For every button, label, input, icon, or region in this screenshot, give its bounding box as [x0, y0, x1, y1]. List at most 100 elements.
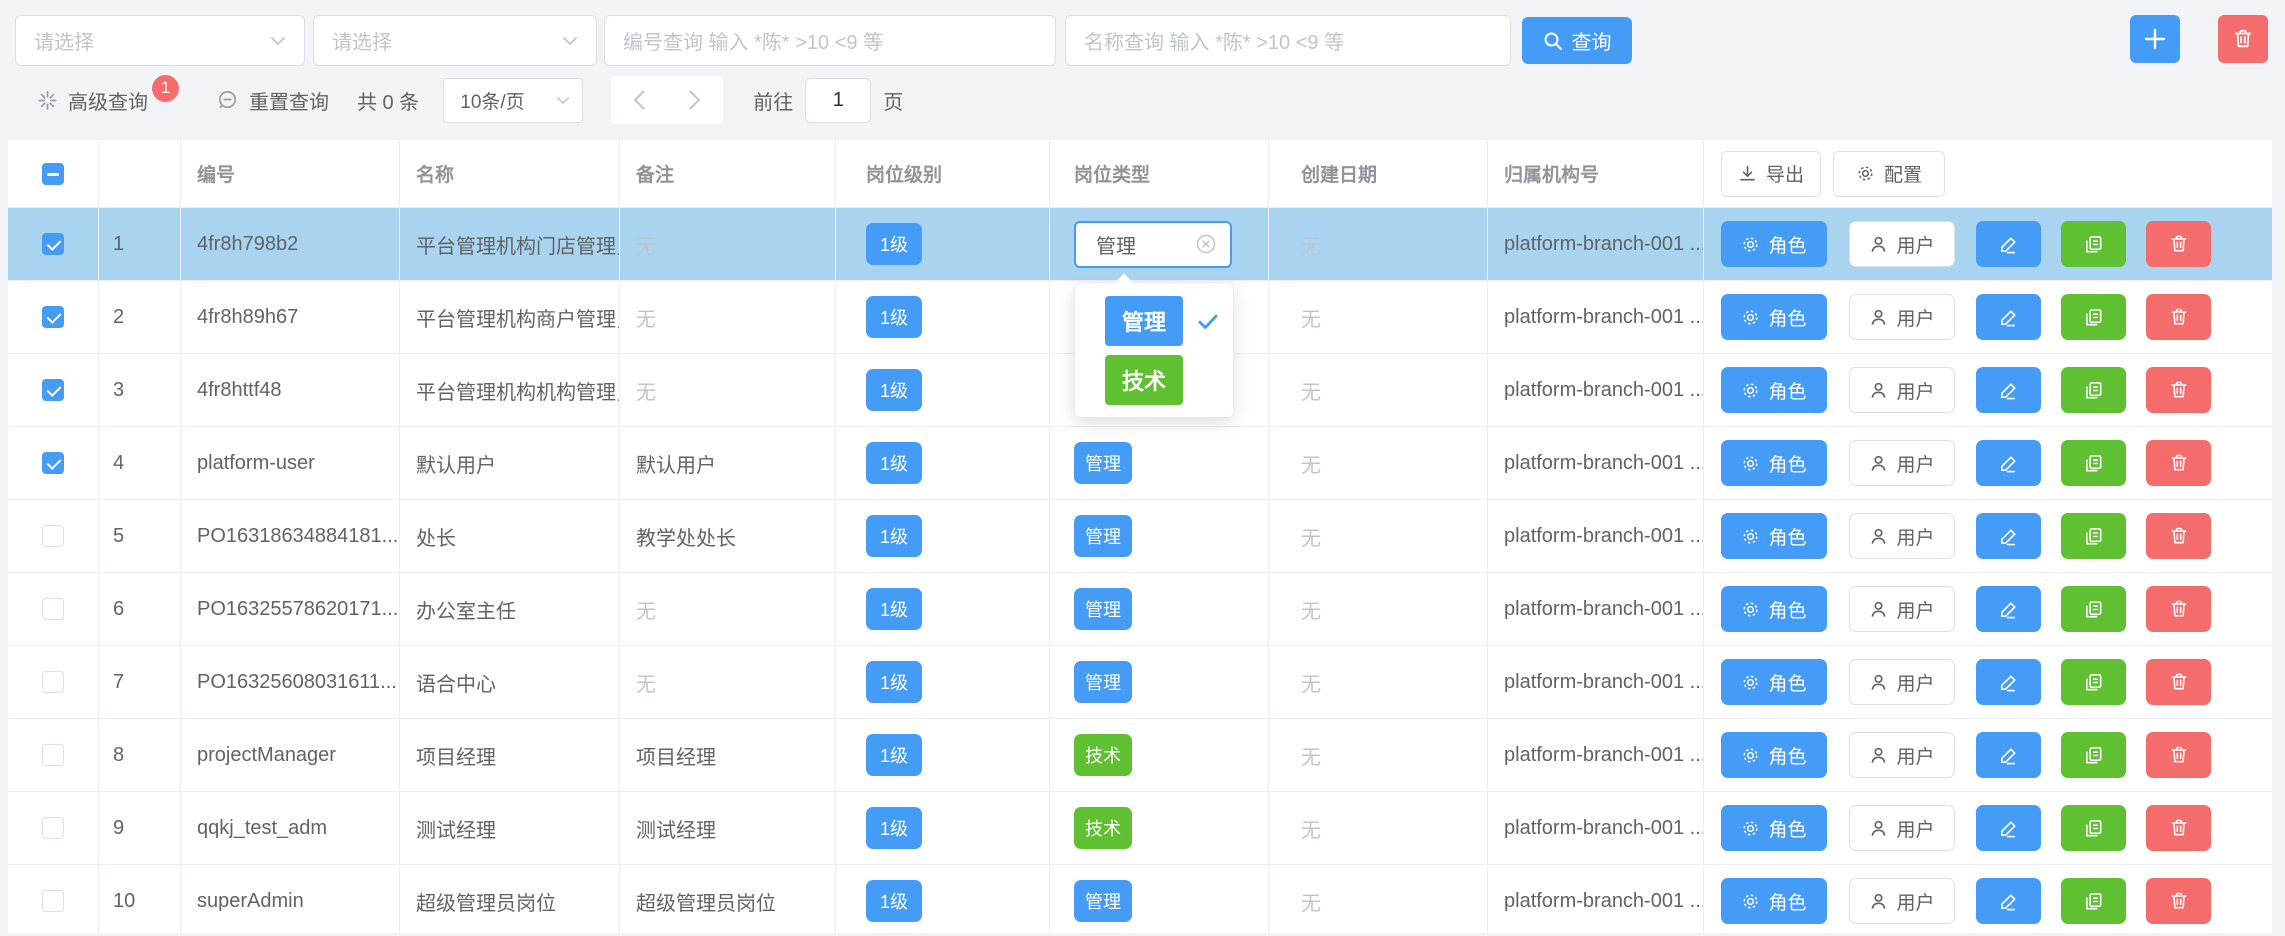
- type-tag: 管理: [1074, 880, 1132, 922]
- dropdown-option[interactable]: 技术: [1075, 355, 1233, 405]
- delete-button[interactable]: [2146, 440, 2211, 486]
- user-button[interactable]: 用户: [1849, 878, 1955, 924]
- goto-page-input[interactable]: 1: [805, 78, 871, 123]
- search-button-label: 查询: [1572, 26, 1612, 55]
- user-button[interactable]: 用户: [1849, 367, 1955, 413]
- copy-button[interactable]: [2061, 367, 2126, 413]
- checkbox-cell: [8, 500, 99, 572]
- delete-button[interactable]: [2146, 732, 2211, 778]
- copy-button[interactable]: [2061, 805, 2126, 851]
- delete-button[interactable]: [2146, 878, 2211, 924]
- delete-button[interactable]: [2146, 586, 2211, 632]
- row-checkbox[interactable]: [42, 890, 64, 912]
- edit-button[interactable]: [1976, 878, 2041, 924]
- checkbox-cell: [8, 719, 99, 791]
- add-button[interactable]: [2130, 15, 2180, 63]
- edit-button[interactable]: [1976, 586, 2041, 632]
- gear-icon: [1741, 819, 1760, 838]
- role-button[interactable]: 角色: [1721, 513, 1827, 559]
- copy-button[interactable]: [2061, 732, 2126, 778]
- prev-page-button[interactable]: [611, 90, 667, 110]
- copy-button[interactable]: [2061, 440, 2126, 486]
- edit-button[interactable]: [1976, 659, 2041, 705]
- row-checkbox[interactable]: [42, 233, 64, 255]
- row-note: 默认用户: [620, 427, 836, 499]
- delete-button[interactable]: [2146, 221, 2211, 267]
- delete-button[interactable]: [2146, 513, 2211, 559]
- edit-button[interactable]: [1976, 294, 2041, 340]
- role-button-label: 角色: [1768, 304, 1806, 331]
- role-button[interactable]: 角色: [1721, 221, 1827, 267]
- advanced-search-link[interactable]: 高级查询: [68, 86, 148, 115]
- trash-icon: [2169, 745, 2189, 765]
- row-org: platform-branch-001 ...: [1488, 719, 1704, 791]
- type-select-value: 管理: [1096, 230, 1136, 259]
- copy-button[interactable]: [2061, 586, 2126, 632]
- circle-x-icon[interactable]: [1194, 232, 1218, 256]
- type-select-editor[interactable]: 管理: [1074, 221, 1232, 268]
- row-checkbox[interactable]: [42, 525, 64, 547]
- role-button-label: 角色: [1768, 888, 1806, 915]
- role-button[interactable]: 角色: [1721, 440, 1827, 486]
- role-button[interactable]: 角色: [1721, 294, 1827, 340]
- reset-search-link[interactable]: 重置查询: [249, 86, 329, 115]
- row-date: 无: [1269, 281, 1488, 353]
- page-size-select[interactable]: 10条/页: [443, 78, 583, 123]
- edit-button[interactable]: [1976, 732, 2041, 778]
- copy-icon: [2083, 818, 2104, 839]
- export-button[interactable]: 导出: [1721, 151, 1821, 197]
- row-checkbox[interactable]: [42, 671, 64, 693]
- org-select[interactable]: 请选择: [15, 15, 305, 66]
- row-checkbox[interactable]: [42, 744, 64, 766]
- copy-button[interactable]: [2061, 659, 2126, 705]
- header-date: 创建日期: [1269, 140, 1488, 207]
- user-button[interactable]: 用户: [1849, 294, 1955, 340]
- name-search-input[interactable]: 名称查询 输入 *陈* >10 <9 等: [1065, 15, 1511, 66]
- delete-button[interactable]: [2146, 659, 2211, 705]
- actions-cell: 角色 用户: [1704, 646, 2272, 718]
- delete-button[interactable]: [2146, 805, 2211, 851]
- row-checkbox[interactable]: [42, 452, 64, 474]
- person-icon: [1869, 892, 1888, 911]
- delete-button[interactable]: [2146, 367, 2211, 413]
- level-tag: 1级: [866, 442, 922, 484]
- user-button[interactable]: 用户: [1849, 440, 1955, 486]
- dept-select[interactable]: 请选择: [313, 15, 597, 66]
- search-button[interactable]: 查询: [1522, 17, 1632, 64]
- role-button[interactable]: 角色: [1721, 586, 1827, 632]
- user-button[interactable]: 用户: [1849, 805, 1955, 851]
- edit-button[interactable]: [1976, 805, 2041, 851]
- edit-button[interactable]: [1976, 221, 2041, 267]
- dropdown-option[interactable]: 管理: [1075, 296, 1233, 346]
- role-button[interactable]: 角色: [1721, 878, 1827, 924]
- role-button[interactable]: 角色: [1721, 367, 1827, 413]
- edit-button[interactable]: [1976, 513, 2041, 559]
- next-page-button[interactable]: [667, 90, 723, 110]
- row-checkbox[interactable]: [42, 598, 64, 620]
- role-button[interactable]: 角色: [1721, 659, 1827, 705]
- code-search-input[interactable]: 编号查询 输入 *陈* >10 <9 等: [604, 15, 1056, 66]
- row-checkbox[interactable]: [42, 306, 64, 328]
- user-button[interactable]: 用户: [1849, 221, 1955, 267]
- user-button[interactable]: 用户: [1849, 586, 1955, 632]
- role-button[interactable]: 角色: [1721, 732, 1827, 778]
- table-row: 4 platform-user 默认用户 默认用户 1级 管理 无 platfo…: [8, 427, 2272, 500]
- role-button[interactable]: 角色: [1721, 805, 1827, 851]
- delete-selected-button[interactable]: [2218, 15, 2268, 63]
- user-button[interactable]: 用户: [1849, 513, 1955, 559]
- copy-button[interactable]: [2061, 221, 2126, 267]
- row-checkbox[interactable]: [42, 817, 64, 839]
- row-note: 超级管理员岗位: [620, 865, 836, 933]
- user-button[interactable]: 用户: [1849, 659, 1955, 705]
- person-icon: [1869, 454, 1888, 473]
- config-button[interactable]: 配置: [1833, 151, 1945, 197]
- copy-button[interactable]: [2061, 878, 2126, 924]
- user-button[interactable]: 用户: [1849, 732, 1955, 778]
- copy-button[interactable]: [2061, 294, 2126, 340]
- delete-button[interactable]: [2146, 294, 2211, 340]
- edit-button[interactable]: [1976, 440, 2041, 486]
- select-all-checkbox[interactable]: [42, 163, 64, 185]
- edit-button[interactable]: [1976, 367, 2041, 413]
- copy-button[interactable]: [2061, 513, 2126, 559]
- row-checkbox[interactable]: [42, 379, 64, 401]
